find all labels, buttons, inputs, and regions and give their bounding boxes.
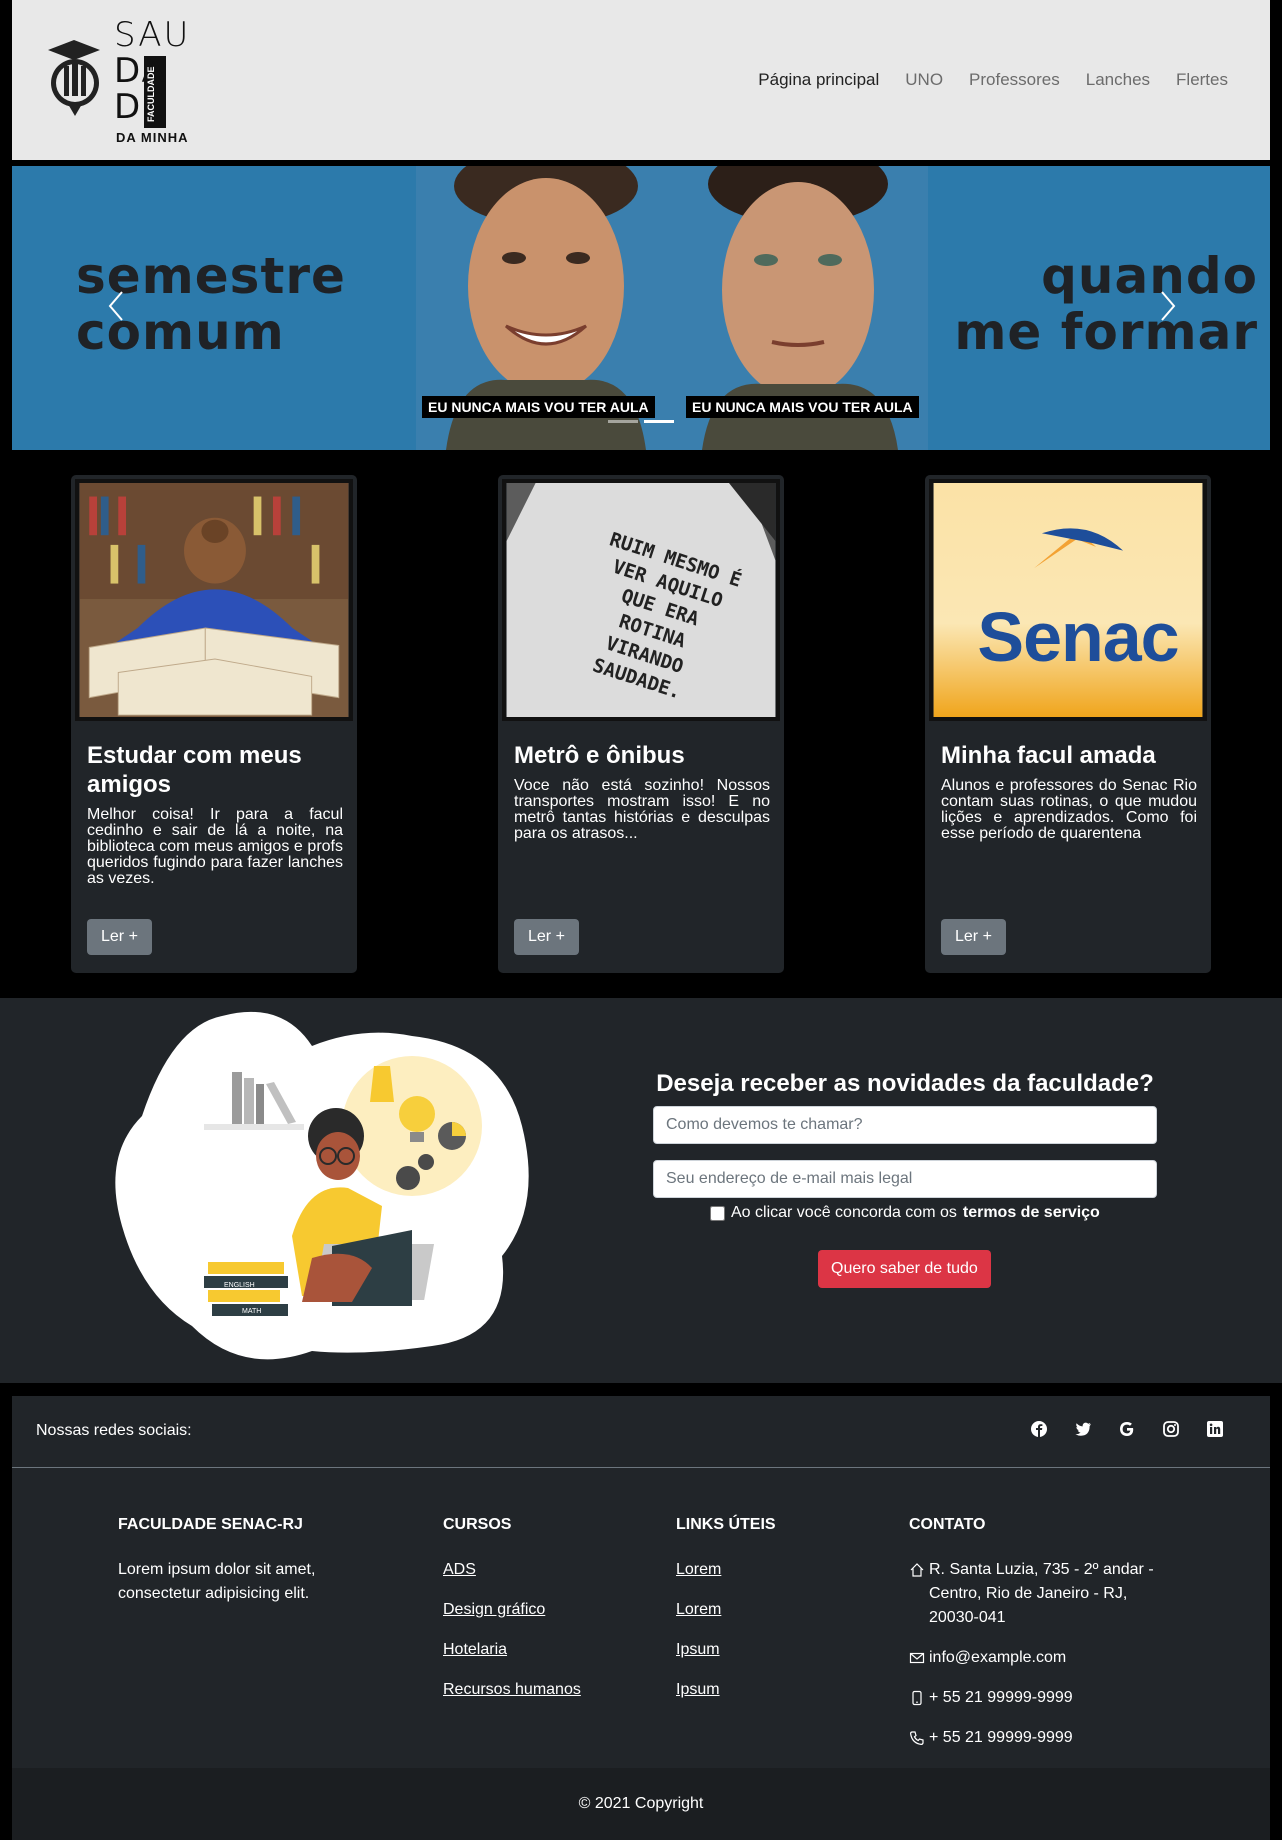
footer-courses-heading: CURSOS (443, 1516, 512, 1533)
contact-email: info@example.com (909, 1646, 1169, 1670)
terms-prefix: Ao clicar você concorda com os (731, 1204, 957, 1221)
student-books-image (75, 479, 353, 721)
carousel-right-line-1: quando (1041, 247, 1258, 305)
linkedin-icon[interactable] (1206, 1420, 1224, 1438)
social-bar: Nossas redes sociais: (12, 1396, 1270, 1468)
book-label-math: MATH (242, 1308, 261, 1315)
hero-carousel: semestre comum quando me formar EU NUNCA… (12, 166, 1270, 450)
course-link-design[interactable]: Design gráfico (443, 1601, 545, 1618)
read-more-button[interactable]: Ler + (514, 919, 579, 955)
carousel-indicators (608, 420, 674, 423)
contact-phone: + 55 21 99999-9999 (909, 1726, 1169, 1750)
copyright: © 2021 Copyright (12, 1768, 1270, 1840)
carousel-right-line-2: me formar (954, 303, 1258, 361)
logo-line-1: SAU (114, 15, 191, 55)
useful-link-1[interactable]: Lorem (676, 1561, 721, 1578)
footer-about-heading: FACULDADE SENAC-RJ (118, 1516, 303, 1533)
nav-professores[interactable]: Professores (969, 70, 1060, 90)
card-text: Alunos e professores do Senac Rio contam… (941, 777, 1197, 842)
terms-link[interactable]: termos de serviço (963, 1204, 1100, 1222)
useful-link-2[interactable]: Lorem (676, 1601, 721, 1618)
logo-vertical-text: FACULDADE (146, 67, 156, 123)
footer-contact: CONTATO R. Santa Luzia, 735 - 2º andar -… (909, 1516, 1169, 1766)
carousel-indicator-1[interactable] (608, 420, 638, 423)
footer-about-text: Lorem ipsum dolor sit amet, consectetur … (118, 1561, 316, 1602)
useful-link-4[interactable]: Ipsum (676, 1681, 720, 1698)
social-label: Nossas redes sociais: (36, 1422, 192, 1439)
card-study: Estudar com meus amigos Melhor coisa! Ir… (70, 474, 358, 974)
nav-lanches[interactable]: Lanches (1086, 70, 1150, 90)
footer-courses: CURSOS ADS Design gráfico Hotelaria Recu… (443, 1516, 643, 1718)
carousel-photo: EU NUNCA MAIS VOU TER AULA EU NUNCA MAIS… (416, 166, 928, 450)
social-icons (1030, 1420, 1224, 1438)
newsletter-title: Deseja receber as novidades da faculdade… (656, 1070, 1154, 1097)
twitter-icon[interactable] (1074, 1420, 1092, 1438)
logo-line-3: DE (114, 87, 166, 127)
read-more-button[interactable]: Ler + (941, 919, 1006, 955)
mobile-icon (912, 1690, 922, 1706)
nav-menu: Página principal UNO Professores Lanches… (758, 70, 1228, 90)
senac-logo-text: Senac (977, 598, 1179, 676)
facebook-icon[interactable] (1030, 1420, 1048, 1438)
card-title: Estudar com meus amigos (87, 742, 302, 798)
newsletter-section: ENGLISH MATH Deseja receber as novidades… (0, 998, 1282, 1383)
envelope-icon (909, 1652, 925, 1664)
carousel-caption-left: EU NUNCA MAIS VOU TER AULA (422, 396, 655, 418)
carousel-indicator-2[interactable] (644, 420, 674, 423)
student-illustration: ENGLISH MATH (115, 1011, 529, 1360)
subscribe-button[interactable]: Quero saber de tudo (818, 1250, 991, 1288)
card-college: Senac Minha facul amada Alunos e profess… (924, 474, 1212, 974)
terms-checkbox[interactable] (710, 1205, 725, 1221)
cards-section: Estudar com meus amigos Melhor coisa! Ir… (0, 474, 1282, 974)
contact-email-text: info@example.com (929, 1649, 1067, 1666)
email-input[interactable] (653, 1160, 1157, 1198)
logo-bottom-text: DA MINHA (116, 130, 189, 145)
home-icon (910, 1563, 924, 1577)
contact-address-text: R. Santa Luzia, 735 - 2º andar - Centro,… (929, 1561, 1154, 1626)
footer-contact-heading: CONTATO (909, 1516, 986, 1533)
course-link-ads[interactable]: ADS (443, 1561, 476, 1578)
nav-home[interactable]: Página principal (758, 70, 879, 90)
read-more-button[interactable]: Ler + (87, 919, 152, 955)
useful-link-3[interactable]: Ipsum (676, 1641, 720, 1658)
contact-mobile-text: + 55 21 99999-9999 (929, 1689, 1073, 1706)
card-study-body: Estudar com meus amigos Melhor coisa! Ir… (87, 741, 343, 887)
name-input[interactable] (653, 1106, 1157, 1144)
footer-links: LINKS ÚTEIS Lorem Lorem Ipsum Ipsum (676, 1516, 876, 1718)
card-title: Metrô e ônibus (514, 742, 685, 769)
carousel-next-icon[interactable] (1154, 286, 1182, 326)
terms-label: Ao clicar você concorda com os termos de… (710, 1204, 1100, 1222)
card-transport: RUIM MESMO É VER AQUILO QUE ERA ROTINA V… (497, 474, 785, 974)
footer-links-heading: LINKS ÚTEIS (676, 1516, 776, 1533)
card-transport-body: Metrô e ônibus Voce não está sozinho! No… (514, 741, 770, 842)
carousel-prev-icon[interactable] (102, 286, 130, 326)
logo[interactable]: SAU DA DE FACULDADE DA MINHA (42, 18, 192, 148)
course-link-hotelaria[interactable]: Hotelaria (443, 1641, 507, 1658)
card-title: Minha facul amada (941, 742, 1156, 769)
card-text: Melhor coisa! Ir para a facul cedinho e … (87, 806, 343, 887)
google-icon[interactable] (1118, 1420, 1136, 1438)
contact-address: R. Santa Luzia, 735 - 2º andar - Centro,… (909, 1558, 1169, 1630)
card-text: Voce não está sozinho! Nossos transporte… (514, 777, 770, 842)
book-label-english: ENGLISH (224, 1282, 255, 1289)
card-college-body: Minha facul amada Alunos e professores d… (941, 741, 1197, 842)
carousel-caption-right: EU NUNCA MAIS VOU TER AULA (686, 396, 919, 418)
course-link-rh[interactable]: Recursos humanos (443, 1681, 581, 1698)
carousel-right-text: quando me formar (954, 248, 1258, 360)
contact-mobile: + 55 21 99999-9999 (909, 1686, 1169, 1710)
instagram-icon[interactable] (1162, 1420, 1180, 1438)
navbar: SAU DA DE FACULDADE DA MINHA Página prin… (12, 0, 1270, 160)
nav-uno[interactable]: UNO (905, 70, 943, 90)
footer: Nossas redes sociais: FACULDADE SENAC-RJ… (12, 1396, 1270, 1840)
nav-flertes[interactable]: Flertes (1176, 70, 1228, 90)
contact-phone-text: + 55 21 99999-9999 (929, 1729, 1073, 1746)
footer-about: FACULDADE SENAC-RJ Lorem ipsum dolor sit… (118, 1516, 368, 1622)
phone-icon (909, 1731, 924, 1746)
logo-line-2: DA (114, 51, 167, 91)
